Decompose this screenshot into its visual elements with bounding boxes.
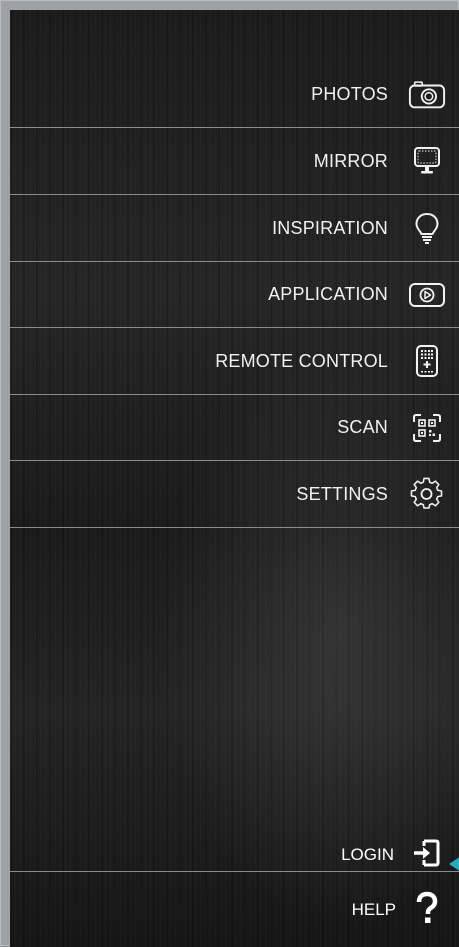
menu-item-label: SCAN bbox=[337, 417, 388, 437]
menu-item-scan[interactable]: SCAN bbox=[10, 395, 459, 461]
login-button[interactable]: LOGIN bbox=[10, 838, 459, 872]
menu-item-label: PHOTOS bbox=[311, 84, 388, 104]
play-icon bbox=[408, 276, 446, 314]
menu-item-mirror[interactable]: MIRROR bbox=[10, 128, 459, 195]
menu-item-label: INSPIRATION bbox=[272, 217, 388, 238]
lightbulb-icon bbox=[408, 209, 446, 247]
login-icon bbox=[412, 838, 440, 873]
menu-item-label: REMOTE CONTROL bbox=[215, 350, 388, 371]
footer-divider bbox=[10, 871, 459, 872]
remote-icon bbox=[408, 342, 446, 380]
menu-item-application[interactable]: APPLICATION bbox=[10, 262, 459, 328]
active-pointer-indicator bbox=[449, 856, 459, 872]
menu-item-label: MIRROR bbox=[313, 150, 388, 171]
app-frame: PHOTOS MIRROR INSPIRATION APPLICATION RE… bbox=[0, 0, 459, 947]
monitor-icon bbox=[408, 142, 446, 180]
menu-item-settings[interactable]: SETTINGS bbox=[10, 461, 459, 528]
menu-item-remote-control[interactable]: REMOTE CONTROL bbox=[10, 328, 459, 395]
help-label: HELP bbox=[351, 900, 396, 919]
qr-scan-icon bbox=[408, 409, 446, 447]
login-label: LOGIN bbox=[341, 845, 394, 864]
gear-icon bbox=[408, 475, 446, 513]
camera-icon bbox=[408, 76, 446, 114]
help-icon bbox=[414, 891, 440, 930]
menu-item-inspiration[interactable]: INSPIRATION bbox=[10, 195, 459, 262]
menu-item-label: SETTINGS bbox=[296, 483, 388, 504]
menu-item-label: APPLICATION bbox=[268, 284, 388, 304]
help-button[interactable]: HELP bbox=[10, 890, 459, 930]
menu-item-photos[interactable]: PHOTOS bbox=[10, 62, 459, 128]
side-menu-panel: PHOTOS MIRROR INSPIRATION APPLICATION RE… bbox=[10, 10, 459, 947]
